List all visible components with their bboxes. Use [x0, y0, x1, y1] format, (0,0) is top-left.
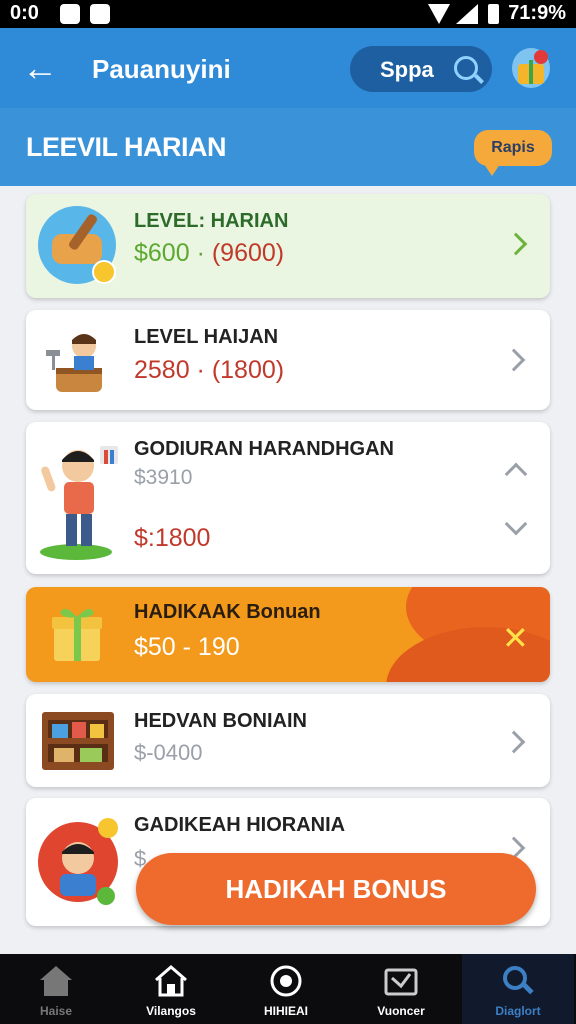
card-value: $:1800 — [134, 524, 211, 552]
boy-waving-icon — [40, 446, 118, 560]
chevron-right-icon[interactable] — [502, 348, 526, 372]
search-icon — [454, 56, 478, 80]
nav-item-4[interactable]: Vuoncer — [345, 954, 457, 1024]
status-time: 0:0 — [10, 2, 39, 24]
chevron-down-icon[interactable] — [504, 512, 528, 536]
signal-icon — [456, 4, 478, 24]
wifi-icon — [428, 4, 450, 24]
nav-item-3[interactable]: HIHIEAI — [230, 954, 342, 1024]
card-value: $600 · (9600) — [134, 239, 285, 267]
card-title: GADIKEAH HIORANIA — [134, 814, 346, 836]
inbox-icon — [384, 968, 418, 996]
nav-label: HIHIEAI — [263, 1004, 308, 1018]
search-button[interactable]: Sppa — [350, 46, 492, 92]
reward-card-1[interactable]: LEVEL: HARIAN $600 · (9600) — [26, 194, 550, 298]
app-bar: ← Pauanuyini Sppa — [0, 28, 576, 108]
chevron-right-icon[interactable] — [502, 730, 526, 754]
battery-percent: 71:9% — [508, 2, 566, 24]
reward-card-2[interactable]: LEVEL HAIJAN 2580 · (1800) — [26, 310, 550, 410]
boy-avatar-icon — [38, 818, 118, 905]
card-value: 2580 · (1800) — [134, 356, 285, 384]
reward-card-5[interactable]: HEDVAN BONIAIN $-0400 — [26, 694, 550, 787]
card-value: $-0400 — [134, 740, 203, 765]
home-outline-icon — [155, 965, 187, 997]
bonus-card[interactable]: HADIKAAK Bonuan $50 - 190 ✕ — [26, 587, 550, 682]
section-header: LEEVIL HARIAN Rapis — [0, 108, 576, 186]
nav-label: Diaglort — [495, 1004, 541, 1018]
back-arrow-icon[interactable]: ← — [22, 48, 58, 88]
shelf-icon — [42, 712, 114, 770]
reward-card-3[interactable]: GODIURAN HARANDHGAN $3910 $:1800 — [26, 422, 550, 574]
nav-label: Vilangos — [146, 1004, 196, 1018]
battery-icon — [488, 4, 499, 24]
card-value: $50 - 190 — [134, 633, 240, 661]
notification-dot — [534, 50, 548, 64]
nav-label: Vuoncer — [377, 1004, 425, 1018]
status-bar: 0:0 71:9% — [0, 0, 576, 28]
gift-icon[interactable] — [512, 48, 550, 88]
compass-icon — [270, 965, 302, 997]
close-icon[interactable]: ✕ — [502, 619, 529, 657]
section-badge[interactable]: Rapis — [474, 130, 552, 176]
nav-item-home[interactable]: Haise — [0, 954, 112, 1024]
gift-box-icon — [52, 608, 102, 661]
broom-icon — [38, 206, 116, 284]
notification-icon — [60, 4, 80, 24]
bonus-button[interactable]: HADIKAH BONUS — [136, 853, 536, 925]
chevron-up-icon[interactable] — [504, 462, 528, 486]
section-title: LEEVIL HARIAN — [26, 132, 227, 162]
nav-label: Haise — [39, 1004, 73, 1018]
search-icon — [503, 966, 534, 995]
chevron-right-icon[interactable] — [504, 232, 528, 256]
card-title: LEVEL: HARIAN — [134, 210, 289, 232]
nav-item-5[interactable]: Diaglort — [462, 954, 574, 1024]
bottom-nav: Haise Vilangos HIHIEAI Vuoncer Diaglort — [0, 954, 576, 1024]
card-title: GODIURAN HARANDHGAN — [134, 438, 394, 460]
nav-item-2[interactable]: Vilangos — [115, 954, 227, 1024]
boy-bucket-icon — [46, 334, 102, 392]
notification-icon — [90, 4, 110, 24]
card-title: LEVEL HAIJAN — [134, 326, 279, 348]
card-title: HADIKAAK Bonuan — [134, 601, 321, 623]
search-label: Sppa — [380, 57, 434, 82]
card-value-old: $3910 — [134, 466, 193, 489]
card-title: HEDVAN BONIAIN — [134, 710, 307, 732]
home-icon — [40, 966, 72, 996]
app-title: Pauanuyini — [92, 54, 231, 84]
